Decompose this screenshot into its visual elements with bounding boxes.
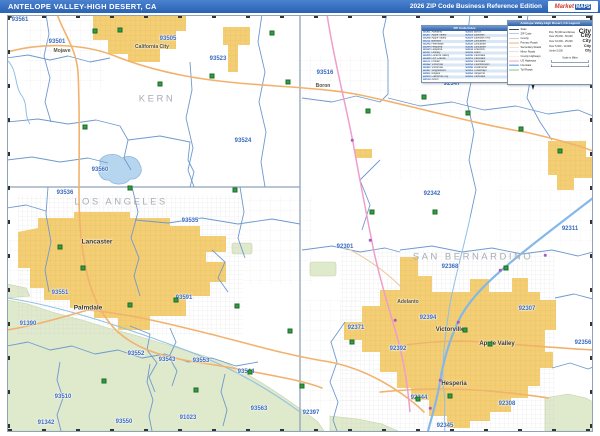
legend-population-item: Under 5,000 City [549, 49, 591, 53]
zip-index-panel: ZIP Code Index 92301 Adelanto 92307 Apple V… [421, 25, 508, 83]
legend-title: Antelope Valley-High Desert, CA Legend [508, 21, 592, 26]
legend-scale: Scale in Miles [549, 57, 591, 67]
lake [98, 154, 142, 185]
neatline-ticks-top [8, 16, 592, 18]
map-poster-page: ANTELOPE VALLEY-HIGH DESERT, CA 2026 ZIP… [0, 0, 600, 436]
zip-index-row: 93510 Acton [423, 78, 439, 81]
zip-index-table: 92301 Adelanto 92307 Apple Valley 92308 Apple… [422, 31, 507, 81]
marketmaps-logo: Market MAPS [548, 1, 598, 12]
neatline-ticks-bottom [8, 429, 592, 431]
header-bar: ANTELOPE VALLEY-HIGH DESERT, CA 2026 ZIP… [0, 0, 600, 13]
logo-market-text: Market [554, 3, 574, 10]
logo-maps-text: MAPS [574, 3, 592, 10]
legend-population-samples: Pop. 50,000 and Above City Over 25,000 - 5… [549, 27, 591, 55]
neatline-ticks-left [8, 16, 10, 431]
legend-line-item: Toll Roads [509, 68, 547, 73]
zip-index-row: 93591 Palmdale [464, 75, 507, 79]
scale-bar-secondary [551, 64, 589, 67]
scale-bar-miles [551, 60, 589, 63]
legend-line-samples: State ZIP Code County Primary Roads Secondar… [509, 27, 547, 72]
map-canvas: KERN LOS ANGELES SAN BERNARDINO 93561 93501 9… [7, 15, 593, 432]
edition-label: 2026 ZIP Code Business Reference Edition [409, 3, 542, 10]
page-title: ANTELOPE VALLEY-HIGH DESERT, CA [8, 2, 157, 11]
map-legend-panel: Antelope Valley-High Desert, CA Legend S… [507, 20, 592, 85]
